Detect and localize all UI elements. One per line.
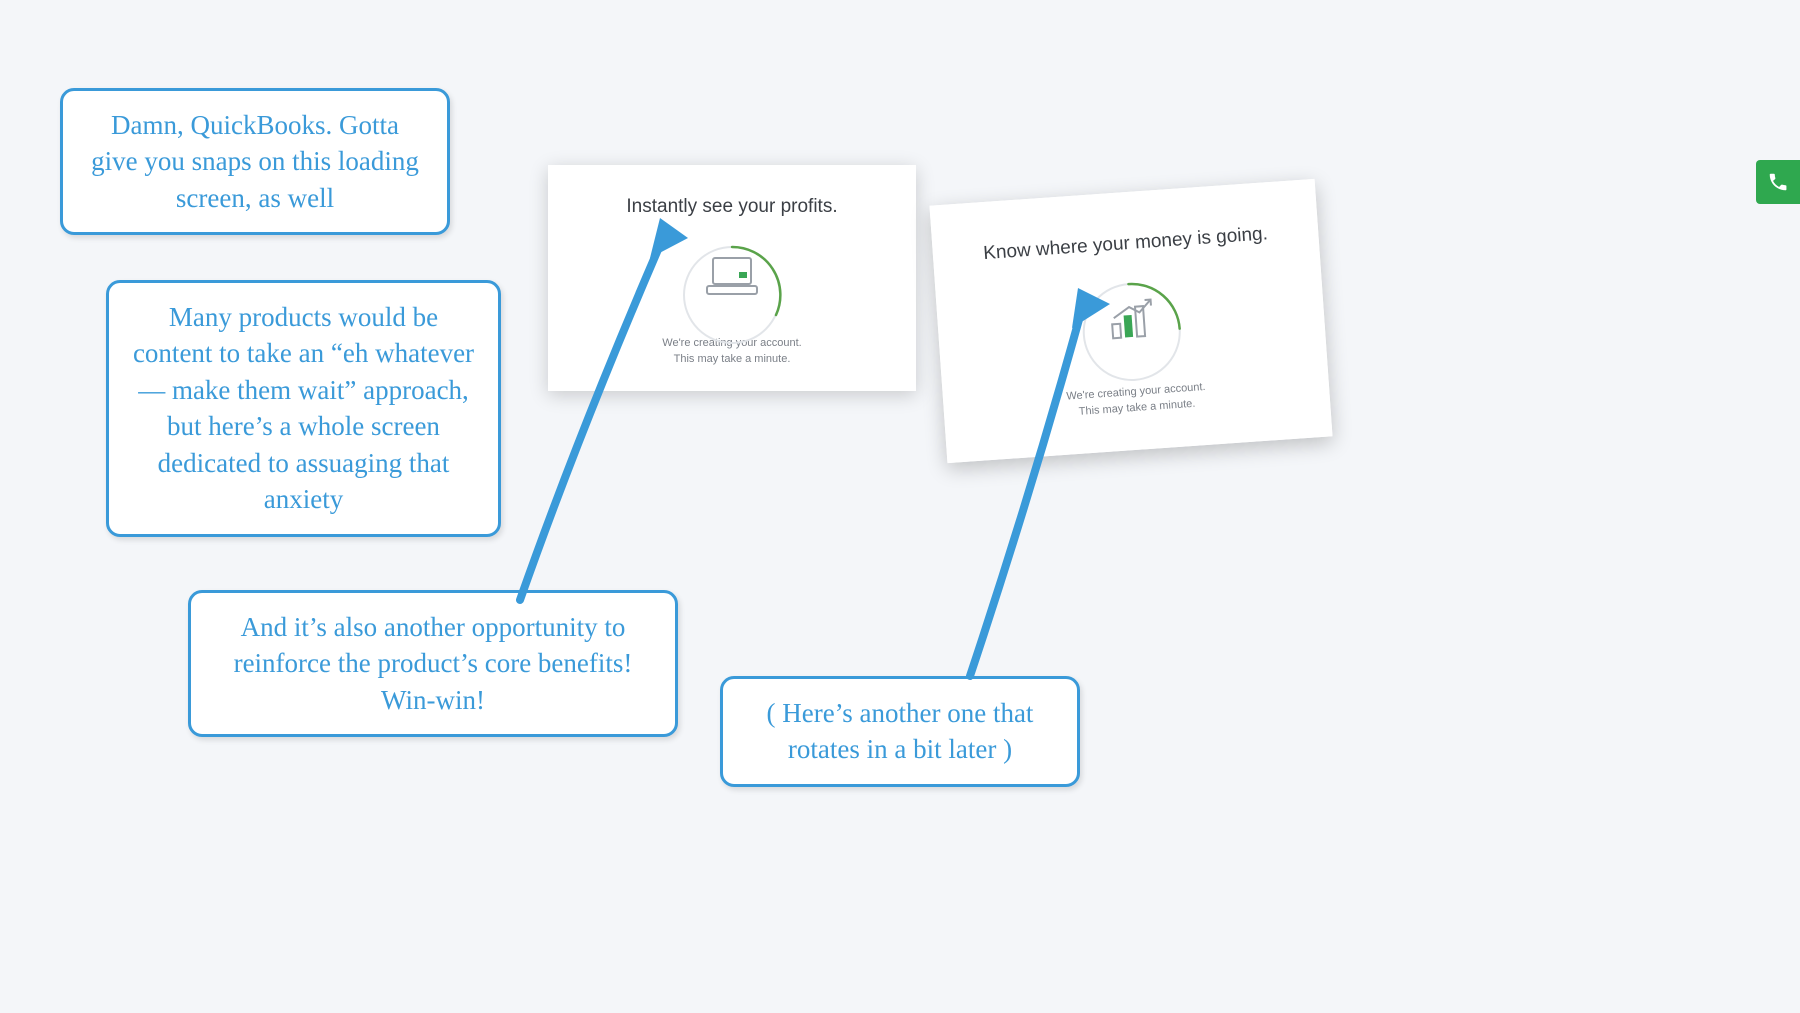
loading-card-1: Instantly see your profits. We're creati… [548,165,916,391]
loading-spinner [677,240,787,315]
phone-icon [1767,171,1789,193]
loading-card-heading: Know where your money is going. [983,222,1269,267]
canvas: Damn, QuickBooks. Gotta give you snaps o… [0,0,1800,1013]
loading-card-content: Know where your money is going. We're cr… [940,190,1322,453]
annotation-callout-1: Damn, QuickBooks. Gotta give you snaps o… [60,88,450,235]
annotation-text: Damn, QuickBooks. Gotta give you snaps o… [91,110,419,213]
annotation-text: And it’s also another opportunity to rei… [234,612,633,715]
annotation-text: ( Here’s another one that rotates in a b… [767,698,1034,764]
annotation-callout-2: Many products would be content to take a… [106,280,501,537]
annotation-text: Many products would be content to take a… [133,302,474,514]
annotation-callout-3: And it’s also another opportunity to rei… [188,590,678,737]
loading-sub-line: This may take a minute. [662,352,801,367]
loading-card-2: Know where your money is going. We're cr… [929,179,1332,463]
loading-card-content: Instantly see your profits. We're creati… [548,165,916,391]
laptop-icon [705,256,759,298]
contact-phone-tab[interactable] [1756,160,1800,204]
loading-card-heading: Instantly see your profits. [626,195,837,220]
annotation-callout-4: ( Here’s another one that rotates in a b… [720,676,1080,787]
loading-spinner [1073,273,1189,367]
chart-up-icon [1104,295,1157,344]
